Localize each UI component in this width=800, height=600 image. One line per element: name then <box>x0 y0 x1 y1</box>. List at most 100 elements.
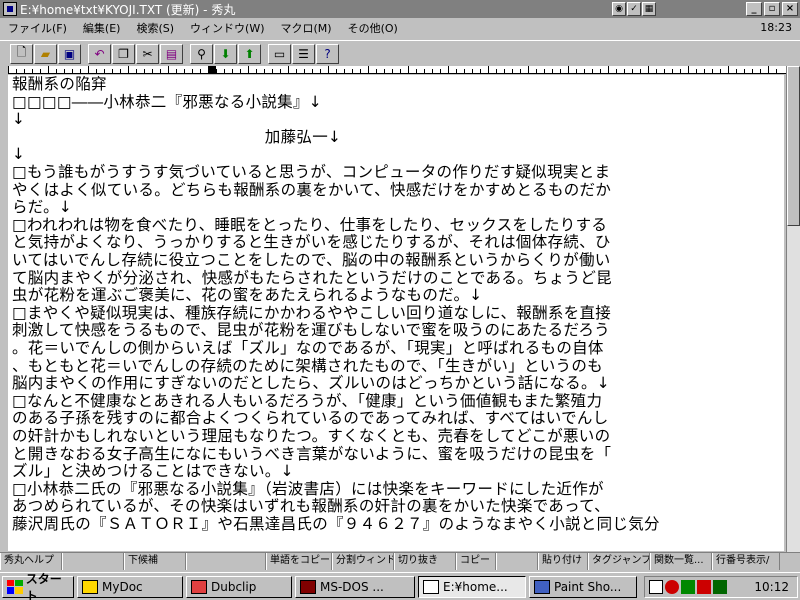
fkey-11[interactable]: タグジャンプ <box>588 553 650 570</box>
fkey-7[interactable]: 切り抜き <box>394 553 456 570</box>
toolbar: 🗋 ▰ ▣ ↶ ❐ ✂ ▤ ⚲ ⬇ ⬆ ▭ ☰ ? <box>0 40 800 66</box>
ruler-tick <box>672 69 673 73</box>
ruler-tick <box>168 66 169 73</box>
ruler-tick <box>112 69 113 73</box>
text-line: □□□□――小林恭二『邪悪なる小説集』↓ <box>12 92 323 111</box>
ruler-caret-marker <box>208 66 216 74</box>
menu-bar: ファイル(F) 編集(E) 検索(S) ウィンドウ(W) マクロ(M) その他(… <box>0 18 800 38</box>
ruler-tick <box>136 69 137 73</box>
menu-macro[interactable]: マクロ(M) <box>273 20 340 36</box>
fkey-3[interactable]: 下候補 <box>124 553 186 570</box>
task-dubclip[interactable]: Dubclip <box>186 575 292 598</box>
ruler-tick <box>568 66 569 73</box>
ruler-tick <box>480 69 481 73</box>
fkey-12[interactable]: 関数一覧... <box>650 553 712 570</box>
ruler-tick <box>288 66 289 73</box>
ruler-tick <box>224 69 225 73</box>
task-label: E:¥home... <box>443 579 508 594</box>
text-line: 虫が花粉を運ぶご褒美に、花の蜜をあたえられるようなものだ。↓ <box>12 286 483 305</box>
task-hidemaru[interactable]: E:¥home... <box>418 575 526 598</box>
ruler-tick <box>680 69 681 73</box>
copy-icon[interactable]: ❐ <box>112 43 135 64</box>
tray-clock: 10:12 <box>754 580 789 594</box>
menu-edit[interactable]: 編集(E) <box>75 20 129 36</box>
ruler-tick <box>712 69 713 73</box>
pen-icon[interactable] <box>649 580 663 594</box>
fkey-13[interactable]: 行番号表示/ <box>712 553 780 570</box>
windows-logo-icon <box>7 579 23 594</box>
ruler-tick <box>216 69 217 73</box>
text-line: のある子孫を残すのに都合よくつくられているのであってみれば、すべてはいでんし <box>12 409 609 428</box>
text-editor[interactable]: 報酬系の陥穽 □□□□――小林恭二『邪悪なる小説集』↓ ↓ 加藤弘一↓ ↓ □もう誰もが… <box>8 75 784 551</box>
ruler-tick <box>328 66 329 73</box>
speaker-icon[interactable] <box>713 580 727 594</box>
minimize-button[interactable]: _ <box>746 2 762 16</box>
ruler-tick <box>696 69 697 73</box>
text-line: □まやくや疑似現実は、種族存続にかかわるややこしい回り道なしに、報酬系を直接 <box>12 303 612 322</box>
fkey-9[interactable] <box>496 553 538 570</box>
ruler-tick <box>232 69 233 73</box>
ruler <box>8 66 786 74</box>
help-icon[interactable]: ? <box>316 43 339 64</box>
cut-icon[interactable]: ✂ <box>136 43 159 64</box>
ruler-tick <box>360 69 361 73</box>
scrollbar-thumb[interactable] <box>787 66 800 226</box>
ruler-tick <box>424 69 425 73</box>
fkey-2[interactable] <box>62 553 124 570</box>
open-file-icon[interactable]: ▰ <box>34 43 57 64</box>
text-line: ↓ <box>12 145 26 164</box>
ruler-tick <box>720 69 721 73</box>
ruler-tick <box>688 66 689 73</box>
menu-clock: 18:23 <box>760 21 792 34</box>
network-icon[interactable] <box>681 580 695 594</box>
globe-icon[interactable]: ◉ <box>612 2 626 16</box>
task-msdos[interactable]: MS-DOS ... <box>295 575 415 598</box>
ruler-tick <box>56 69 57 73</box>
antivirus-icon[interactable] <box>665 580 679 594</box>
start-button[interactable]: スタート <box>2 572 74 600</box>
text-line: 報酬系の陥穽 <box>12 75 107 93</box>
ruler-tick <box>504 69 505 73</box>
ruler-tick <box>760 69 761 73</box>
menu-search[interactable]: 検索(S) <box>128 20 182 36</box>
new-file-icon[interactable]: 🗋 <box>10 43 33 64</box>
search-down-icon[interactable]: ⬇ <box>214 43 237 64</box>
split-window-icon[interactable]: ☰ <box>292 43 315 64</box>
fkey-1[interactable]: 秀丸ヘルプ <box>0 553 62 570</box>
ruler-tick <box>456 69 457 73</box>
ruler-tick <box>72 69 73 73</box>
ruler-tick <box>272 69 273 73</box>
ruler-tick <box>128 66 129 73</box>
fkey-4[interactable] <box>186 553 266 570</box>
check-icon[interactable]: ✓ <box>627 2 641 16</box>
restore-button[interactable]: ▫ <box>764 2 780 16</box>
undo-icon[interactable]: ↶ <box>88 43 111 64</box>
ruler-tick <box>344 69 345 73</box>
menu-other[interactable]: その他(O) <box>340 20 406 36</box>
tag-jump-icon[interactable]: ▭ <box>268 43 291 64</box>
fkey-8[interactable]: コピー <box>456 553 496 570</box>
stop-icon[interactable] <box>697 580 711 594</box>
fkey-5[interactable]: 単語をコピー <box>266 553 332 570</box>
ruler-tick <box>80 69 81 73</box>
ruler-tick <box>560 69 561 73</box>
menu-file[interactable]: ファイル(F) <box>0 20 75 36</box>
close-button[interactable]: × <box>782 2 798 16</box>
text-line: て脳内まやくが分泌され、快感がもたらされたというだけのことである。ちょうど昆 <box>12 268 612 287</box>
ruler-tick <box>600 69 601 73</box>
fkey-6[interactable]: 分割ウィンドウ <box>332 553 394 570</box>
vertical-scrollbar[interactable] <box>786 66 800 552</box>
search-up-icon[interactable]: ⬆ <box>238 43 261 64</box>
search-icon[interactable]: ⚲ <box>190 43 213 64</box>
ruler-tick <box>744 69 745 73</box>
paste-icon[interactable]: ▤ <box>160 43 183 64</box>
menu-window[interactable]: ウィンドウ(W) <box>182 20 272 36</box>
save-icon[interactable]: ▣ <box>58 43 81 64</box>
ruler-tick <box>656 69 657 73</box>
fkey-10[interactable]: 貼り付け <box>538 553 588 570</box>
task-paintshop[interactable]: Paint Sho... <box>529 575 637 598</box>
grid-icon[interactable]: ▦ <box>642 2 656 16</box>
ruler-tick <box>152 69 153 73</box>
app-icon[interactable] <box>3 2 17 16</box>
task-mydoc[interactable]: MyDoc <box>77 575 183 598</box>
